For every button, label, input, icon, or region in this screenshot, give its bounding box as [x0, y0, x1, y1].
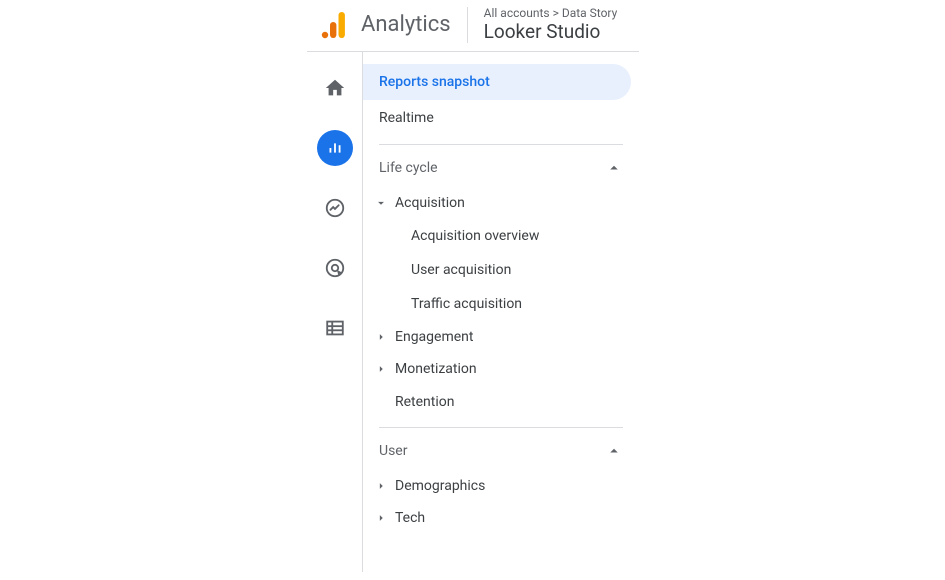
- app-header: Analytics All accounts > Data Story Look…: [307, 0, 639, 51]
- tree-label: Tech: [395, 510, 425, 526]
- tree-label: Monetization: [395, 361, 477, 377]
- reports-snapshot-item[interactable]: Reports snapshot: [363, 64, 631, 100]
- target-click-icon: [324, 257, 346, 279]
- home-icon: [324, 77, 346, 99]
- app-title: Analytics: [361, 12, 451, 37]
- rail-advertising-button[interactable]: [317, 250, 353, 286]
- tree-retention[interactable]: Retention: [363, 385, 639, 419]
- tree-demographics[interactable]: Demographics: [363, 470, 639, 502]
- sub-user-acquisition[interactable]: User acquisition: [363, 253, 639, 287]
- rail-configure-button[interactable]: [317, 310, 353, 346]
- sub-traffic-acquisition[interactable]: Traffic acquisition: [363, 287, 639, 321]
- sub-acquisition-overview[interactable]: Acquisition overview: [363, 219, 639, 253]
- table-icon: [324, 317, 346, 339]
- rail-explore-button[interactable]: [317, 190, 353, 226]
- divider: [379, 427, 623, 428]
- section-user[interactable]: User: [363, 432, 639, 470]
- breadcrumb[interactable]: All accounts > Data Story: [484, 6, 618, 20]
- explore-trend-icon: [324, 197, 346, 219]
- chevron-up-icon: [605, 442, 623, 460]
- realtime-item[interactable]: Realtime: [363, 100, 639, 136]
- section-title: Life cycle: [379, 160, 438, 176]
- tree-label: Engagement: [395, 329, 473, 345]
- tree-label: Demographics: [395, 478, 485, 494]
- tree-acquisition[interactable]: Acquisition: [363, 187, 639, 219]
- header-divider: [467, 7, 468, 43]
- bar-chart-icon: [324, 137, 346, 159]
- reports-panel: Reports snapshot Realtime Life cycle Acq…: [363, 52, 639, 572]
- tree-engagement[interactable]: Engagement: [363, 321, 639, 353]
- tree-label: Acquisition: [395, 195, 465, 211]
- caret-right-icon: [371, 479, 391, 493]
- caret-down-icon: [371, 196, 391, 210]
- nav-rail: [307, 52, 363, 572]
- section-title: User: [379, 443, 407, 459]
- chevron-up-icon: [605, 159, 623, 177]
- caret-right-icon: [371, 330, 391, 344]
- rail-reports-button[interactable]: [317, 130, 353, 166]
- analytics-logo-icon: [321, 11, 347, 39]
- section-life-cycle[interactable]: Life cycle: [363, 149, 639, 187]
- tree-tech[interactable]: Tech: [363, 502, 639, 534]
- rail-home-button[interactable]: [317, 70, 353, 106]
- caret-right-icon: [371, 362, 391, 376]
- analytics-logo: [321, 11, 347, 39]
- tree-monetization[interactable]: Monetization: [363, 353, 639, 385]
- caret-right-icon: [371, 511, 391, 525]
- workspace-title[interactable]: Looker Studio: [484, 20, 618, 43]
- divider: [379, 144, 623, 145]
